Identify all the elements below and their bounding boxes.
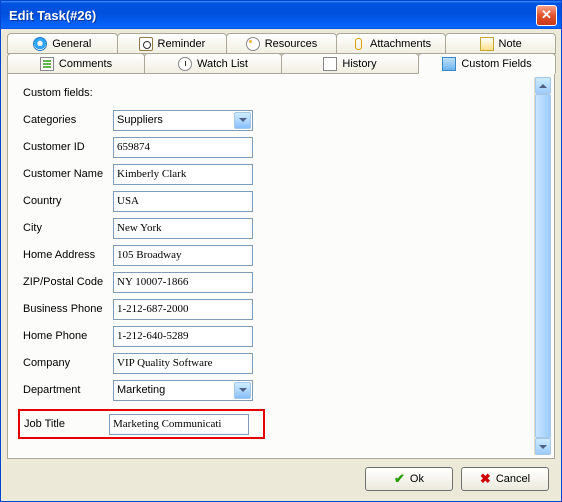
input-customer-id[interactable] xyxy=(113,137,253,158)
field-home-phone: Home Phone xyxy=(23,325,547,347)
select-categories[interactable]: Suppliers xyxy=(113,110,253,131)
attachments-icon xyxy=(351,37,365,51)
label-department: Department xyxy=(23,384,113,396)
x-icon: ✖ xyxy=(480,471,491,487)
input-country[interactable] xyxy=(113,191,253,212)
label-customer-id: Customer ID xyxy=(23,141,113,153)
select-department[interactable]: Marketing xyxy=(113,380,253,401)
label-categories: Categories xyxy=(23,114,113,126)
highlight-job-title: Job Title xyxy=(18,409,265,439)
tab-history[interactable]: History xyxy=(281,53,419,74)
field-city: City xyxy=(23,217,547,239)
tab-label: Note xyxy=(499,38,522,50)
label-home-address: Home Address xyxy=(23,249,113,261)
tab-pane: Custom fields: Categories Suppliers Cust… xyxy=(7,74,555,459)
vertical-scrollbar[interactable] xyxy=(534,77,551,455)
tab-label: History xyxy=(342,58,376,70)
section-label: Custom fields: xyxy=(23,87,547,99)
client-area: General Reminder Resources Attachments N… xyxy=(1,29,561,501)
tab-label: Resources xyxy=(265,38,318,50)
fields-list: Categories Suppliers Customer ID Custome… xyxy=(23,109,547,439)
tab-reminder[interactable]: Reminder xyxy=(117,33,228,54)
input-business-phone[interactable] xyxy=(113,299,253,320)
field-zip: ZIP/Postal Code xyxy=(23,271,547,293)
input-job-title[interactable] xyxy=(109,414,249,435)
scroll-down-button[interactable] xyxy=(535,438,551,455)
field-business-phone: Business Phone xyxy=(23,298,547,320)
label-home-phone: Home Phone xyxy=(23,330,113,342)
history-icon xyxy=(323,57,337,71)
field-country: Country xyxy=(23,190,547,212)
general-icon xyxy=(33,37,47,51)
close-icon: ✕ xyxy=(541,7,552,23)
comments-icon xyxy=(40,57,54,71)
check-icon: ✔ xyxy=(394,471,405,487)
label-company: Company xyxy=(23,357,113,369)
tab-general[interactable]: General xyxy=(7,33,118,54)
scroll-thumb[interactable] xyxy=(535,94,551,438)
ok-button[interactable]: ✔ Ok xyxy=(365,467,453,491)
label-business-phone: Business Phone xyxy=(23,303,113,315)
field-home-address: Home Address xyxy=(23,244,547,266)
ok-label: Ok xyxy=(410,473,424,485)
chevron-down-icon xyxy=(234,382,251,399)
titlebar[interactable]: Edit Task(#26) ✕ xyxy=(1,1,561,29)
label-city: City xyxy=(23,222,113,234)
label-job-title: Job Title xyxy=(24,418,109,430)
tab-attachments[interactable]: Attachments xyxy=(336,33,447,54)
label-zip: ZIP/Postal Code xyxy=(23,276,113,288)
edit-task-window: Edit Task(#26) ✕ General Reminder Resour… xyxy=(0,0,562,502)
tab-label: General xyxy=(52,38,91,50)
window-title: Edit Task(#26) xyxy=(9,8,536,23)
cancel-button[interactable]: ✖ Cancel xyxy=(461,467,549,491)
custom-fields-pane: Custom fields: Categories Suppliers Cust… xyxy=(11,77,551,455)
reminder-icon xyxy=(139,37,153,51)
input-home-phone[interactable] xyxy=(113,326,253,347)
tab-custom-fields[interactable]: Custom Fields xyxy=(418,53,556,74)
watchlist-icon xyxy=(178,57,192,71)
resources-icon xyxy=(246,37,260,51)
note-icon xyxy=(480,37,494,51)
label-country: Country xyxy=(23,195,113,207)
cancel-label: Cancel xyxy=(496,473,530,485)
input-customer-name[interactable] xyxy=(113,164,253,185)
input-zip[interactable] xyxy=(113,272,253,293)
label-customer-name: Customer Name xyxy=(23,168,113,180)
tab-label: Comments xyxy=(59,58,112,70)
field-company: Company xyxy=(23,352,547,374)
input-company[interactable] xyxy=(113,353,253,374)
tabs-row-2: Comments Watch List History Custom Field… xyxy=(7,53,555,74)
field-department: Department Marketing xyxy=(23,379,547,401)
select-value: Marketing xyxy=(117,384,165,396)
field-customer-name: Customer Name xyxy=(23,163,547,185)
input-home-address[interactable] xyxy=(113,245,253,266)
custom-fields-icon xyxy=(442,57,456,71)
dialog-buttons: ✔ Ok ✖ Cancel xyxy=(7,459,555,497)
close-button[interactable]: ✕ xyxy=(536,5,557,26)
tabs-row-1: General Reminder Resources Attachments N… xyxy=(7,33,555,54)
tab-note[interactable]: Note xyxy=(445,33,556,54)
input-city[interactable] xyxy=(113,218,253,239)
chevron-down-icon xyxy=(234,112,251,129)
tab-label: Reminder xyxy=(158,38,206,50)
tab-label: Custom Fields xyxy=(461,58,531,70)
tab-watchlist[interactable]: Watch List xyxy=(144,53,282,74)
field-categories: Categories Suppliers xyxy=(23,109,547,131)
select-value: Suppliers xyxy=(117,114,163,126)
tab-label: Watch List xyxy=(197,58,248,70)
scroll-up-button[interactable] xyxy=(535,77,551,94)
tab-label: Attachments xyxy=(370,38,431,50)
field-customer-id: Customer ID xyxy=(23,136,547,158)
tab-comments[interactable]: Comments xyxy=(7,53,145,74)
field-job-title: Job Title xyxy=(24,414,259,434)
tab-resources[interactable]: Resources xyxy=(226,33,337,54)
